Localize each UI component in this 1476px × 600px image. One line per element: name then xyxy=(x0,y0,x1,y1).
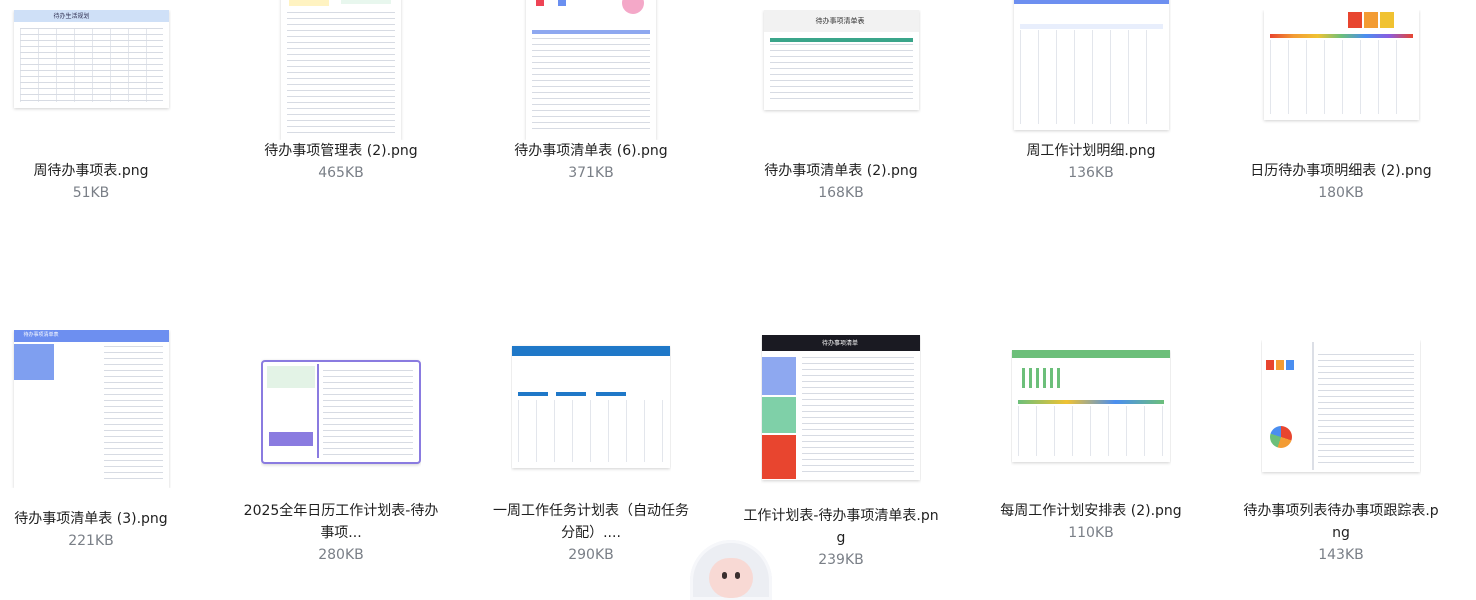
file-size: 221KB xyxy=(68,533,114,549)
file-name: 日历待办事项明细表 (2).png xyxy=(1250,163,1432,179)
thumb-title: 待办事项清单 xyxy=(822,340,859,347)
file-thumbnail[interactable]: 待办事项清单表 xyxy=(11,330,171,488)
file-name: 周工作计划明细.png xyxy=(1026,143,1156,159)
file-size: 143KB xyxy=(1318,547,1364,563)
mascot-face xyxy=(709,558,753,598)
file-name: 2025全年日历工作计划表-待办事项... xyxy=(243,503,439,541)
file-tile[interactable]: 待办事项清单表 待办事项清单表 (3).png 221KB xyxy=(0,330,206,552)
file-thumbnail[interactable] xyxy=(1011,350,1171,480)
file-thumbnail[interactable]: 待办事项清单表 xyxy=(761,10,921,140)
file-size: 51KB xyxy=(72,185,110,201)
file-size: 136KB xyxy=(1068,165,1114,181)
file-thumbnail[interactable] xyxy=(1261,10,1421,140)
file-tile[interactable]: 待办事项清单表 (6).png 371KB xyxy=(476,0,706,184)
file-thumbnail[interactable]: 待办生活规划 xyxy=(11,10,171,140)
file-thumbnail[interactable] xyxy=(261,0,421,140)
file-thumbnail[interactable] xyxy=(511,340,671,480)
file-size: 180KB xyxy=(1318,185,1364,201)
file-name: 每周工作计划安排表 (2).png xyxy=(1000,503,1182,519)
file-thumbnail[interactable] xyxy=(1011,0,1171,140)
file-name: 周待办事项表.png xyxy=(33,163,149,179)
file-name: 待办事项清单表 (6).png xyxy=(514,143,668,159)
file-tile[interactable]: 待办事项管理表 (2).png 465KB xyxy=(226,0,456,184)
file-size: 168KB xyxy=(818,185,864,201)
file-size: 280KB xyxy=(318,547,364,563)
file-grid: 待办生活规划 周待办事项表.png 51KB 待办事项管理表 (2).png 4… xyxy=(0,0,1476,584)
file-size: 290KB xyxy=(568,547,614,563)
file-tile[interactable]: 待办事项列表待办事项跟踪表.png 143KB xyxy=(1226,340,1456,566)
file-size: 371KB xyxy=(568,165,614,181)
file-tile[interactable]: 待办生活规划 周待办事项表.png 51KB xyxy=(0,10,206,204)
thumb-title: 待办生活规划 xyxy=(53,13,90,20)
file-name: 待办事项列表待办事项跟踪表.png xyxy=(1243,503,1439,541)
file-name: 工作计划表-待办事项清单表.png xyxy=(743,508,939,546)
file-thumbnail[interactable]: 待办事项清单 xyxy=(761,335,921,485)
file-tile[interactable]: 待办事项清单 工作计划表-待办事项清单表.png 239KB xyxy=(726,335,956,571)
thumb-title: 待办事项清单表 xyxy=(23,332,59,338)
file-name: 一周工作任务计划表（自动任务分配）.... xyxy=(493,503,689,541)
file-size: 110KB xyxy=(1068,525,1114,541)
file-thumbnail[interactable] xyxy=(1261,340,1421,480)
file-tile[interactable]: 2025全年日历工作计划表-待办事项... 280KB xyxy=(226,350,456,566)
file-name: 待办事项清单表 (3).png xyxy=(14,511,168,527)
file-name: 待办事项管理表 (2).png xyxy=(264,143,418,159)
file-tile[interactable]: 周工作计划明细.png 136KB xyxy=(976,0,1206,184)
file-thumbnail[interactable] xyxy=(511,0,671,140)
file-size: 239KB xyxy=(818,552,864,568)
file-tile[interactable]: 日历待办事项明细表 (2).png 180KB xyxy=(1226,10,1456,204)
file-thumbnail[interactable] xyxy=(261,350,421,480)
file-name: 待办事项清单表 (2).png xyxy=(764,163,918,179)
file-tile[interactable]: 一周工作任务计划表（自动任务分配）.... 290KB xyxy=(476,340,706,566)
thumb-title: 待办事项清单表 xyxy=(815,17,865,25)
file-tile[interactable]: 待办事项清单表 待办事项清单表 (2).png 168KB xyxy=(726,10,956,204)
file-size: 465KB xyxy=(318,165,364,181)
file-tile[interactable]: 每周工作计划安排表 (2).png 110KB xyxy=(976,350,1206,544)
